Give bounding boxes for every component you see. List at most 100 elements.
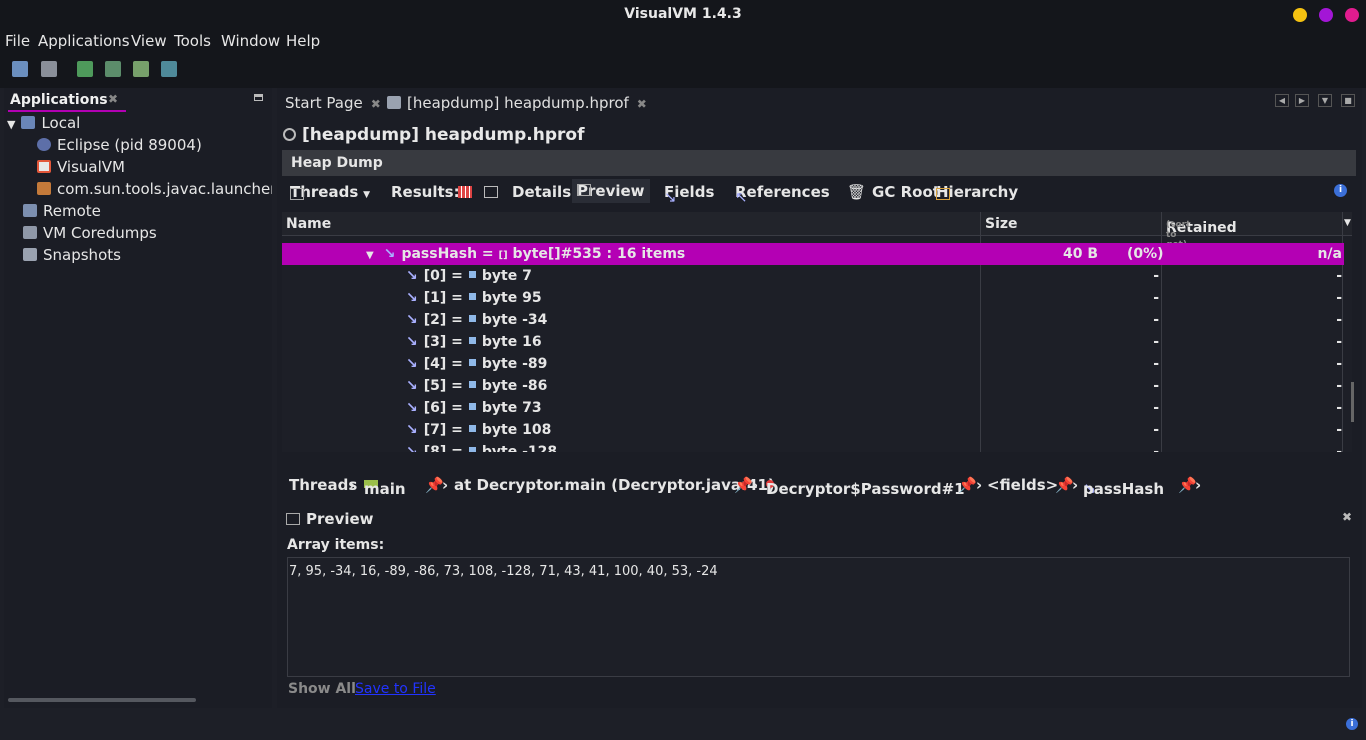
tree-item-local[interactable]: ▼ Local — [7, 114, 80, 132]
close-icon[interactable]: ✖ — [108, 92, 118, 106]
show-all-button[interactable]: Show All — [288, 681, 356, 697]
field-arrow-icon: ↘ — [406, 444, 418, 452]
reference-arrow-icon: ↖ — [735, 188, 748, 206]
menu-file[interactable]: File — [5, 32, 30, 50]
vertical-scrollbar[interactable] — [1351, 382, 1354, 422]
array-items-text[interactable]: 7, 95, -34, 16, -89, -86, 73, 108, -128,… — [287, 557, 1350, 677]
table-row[interactable]: ↘ [3] = byte 16- - — [282, 331, 1344, 353]
chevron-down-icon: ▼ — [363, 190, 370, 200]
pin-icon[interactable]: 📌 — [425, 476, 444, 494]
active-tab-indicator — [8, 110, 126, 112]
tree-item-visualvm[interactable]: VisualVM — [37, 158, 125, 176]
coredump-icon — [23, 226, 37, 239]
scroll-tabs-left-icon[interactable]: ◀ — [1275, 94, 1289, 107]
add-snapshot-icon[interactable] — [161, 61, 177, 77]
minimize-button[interactable] — [1293, 8, 1307, 22]
trash-icon: 🗑 — [847, 183, 867, 201]
close-icon[interactable]: ✖ — [1342, 510, 1352, 524]
tab-list-icon[interactable]: ▼ — [1318, 94, 1332, 107]
threads-dropdown[interactable]: Threads ▼ — [290, 183, 370, 201]
heapdump-icon — [387, 96, 401, 109]
primitive-icon — [468, 315, 476, 322]
tree-item-eclipse[interactable]: Eclipse (pid 89004) — [37, 136, 202, 154]
expand-arrow-icon[interactable]: ▼ — [7, 118, 15, 131]
tree-item-javac-launcher[interactable]: com.sun.tools.javac.launcher.M — [37, 180, 272, 198]
chevron-right-icon: › — [752, 476, 759, 494]
menu-help[interactable]: Help — [286, 32, 320, 50]
field-arrow-icon: ↘ — [406, 334, 418, 350]
hierarchy-toggle[interactable]: Hierarchy — [936, 183, 1018, 201]
field-arrow-icon: ↘ — [406, 290, 418, 306]
fields-toggle[interactable]: ↘ Fields — [664, 183, 714, 206]
table-row[interactable]: ↘ [6] = byte 73- - — [282, 397, 1344, 419]
close-icon[interactable]: ✖ — [371, 97, 381, 111]
breadcrumb-threads[interactable]: Threads — [289, 476, 357, 494]
pin-icon[interactable]: 📌 — [1178, 476, 1197, 494]
tree-item-vm-coredumps[interactable]: VM Coredumps — [23, 224, 157, 242]
table-row[interactable]: ↘ [0] = byte 7-- — [282, 265, 1344, 287]
table-row[interactable]: ↘ [4] = byte -89- - — [282, 353, 1344, 375]
table-row[interactable]: ↘ [5] = byte -86- - — [282, 375, 1344, 397]
close-icon[interactable]: ✖ — [637, 97, 647, 111]
collapse-arrow-icon[interactable]: ▼ — [366, 250, 374, 261]
field-arrow-icon: ↘ — [664, 188, 677, 206]
gc-root-toggle[interactable]: 🗑 GC Root — [847, 183, 940, 201]
table-row[interactable]: ▼ ↘ passHash = [] byte[]#535 : 16 items 40… — [282, 243, 1344, 265]
breadcrumb-fields[interactable]: <fields> — [987, 476, 1058, 494]
column-name[interactable]: Name — [286, 216, 331, 232]
pin-icon[interactable]: 📌 — [1055, 476, 1074, 494]
pin-icon[interactable]: 📌 — [734, 476, 753, 494]
horizontal-scrollbar[interactable] — [8, 698, 196, 702]
main-toolbar — [0, 52, 1366, 88]
chevron-right-icon: › — [442, 476, 449, 494]
column-options-icon[interactable]: ▼ — [1344, 218, 1351, 228]
threads-icon — [290, 188, 304, 200]
primitive-icon — [468, 271, 476, 278]
menu-view[interactable]: View — [131, 32, 167, 50]
add-remote-host-icon[interactable] — [77, 61, 93, 77]
add-jmx-connection-icon[interactable] — [105, 61, 121, 77]
preview-toggle[interactable]: Preview — [572, 179, 650, 203]
menu-tools[interactable]: Tools — [174, 32, 211, 50]
hierarchy-icon — [936, 188, 950, 200]
tab-heapdump[interactable]: [heapdump] heapdump.hprof ✖ — [387, 94, 647, 112]
tab-start-page[interactable]: Start Page ✖ — [285, 94, 381, 112]
primitive-icon — [468, 381, 476, 388]
preview-title: Preview — [286, 510, 374, 528]
field-arrow-icon: ↘ — [383, 246, 396, 262]
list-view-icon[interactable] — [484, 186, 498, 198]
pin-icon[interactable]: 📌 — [958, 476, 977, 494]
maximize-panel-icon[interactable]: ■ — [1341, 94, 1355, 107]
save-to-file-link[interactable]: Save to File — [355, 681, 436, 697]
tree-item-snapshots[interactable]: Snapshots — [23, 246, 121, 264]
menu-window[interactable]: Window — [221, 32, 280, 50]
array-icon: [] — [498, 250, 508, 261]
load-snapshot-icon[interactable] — [41, 61, 57, 77]
breadcrumb-frame[interactable]: at Decryptor.main (Decryptor.java:41) — [454, 476, 775, 494]
menu-applications[interactable]: Applications — [38, 32, 130, 50]
table-row[interactable]: ↘ [7] = byte 108- - — [282, 419, 1344, 441]
title-bar: VisualVM 1.4.3 — [0, 0, 1366, 30]
array-items-label: Array items: — [287, 537, 385, 553]
references-toggle[interactable]: ↖ References — [735, 183, 830, 206]
field-arrow-icon: ↘ — [406, 400, 418, 416]
maximize-button[interactable] — [1319, 8, 1333, 22]
info-icon[interactable]: i — [1334, 184, 1347, 197]
table-row[interactable]: ↘ [2] = byte -34- - — [282, 309, 1344, 331]
primitive-icon — [468, 359, 476, 366]
minimize-panel-icon[interactable] — [254, 94, 263, 101]
table-view-icon[interactable] — [458, 186, 472, 198]
info-icon[interactable]: i — [1346, 718, 1358, 730]
table-row[interactable]: ↘ [8] = byte -128- - — [282, 441, 1344, 452]
primitive-icon — [468, 403, 476, 410]
add-coredump-icon[interactable] — [133, 61, 149, 77]
table-row[interactable]: ↘ [1] = byte 95- - — [282, 287, 1344, 309]
heapdump-doc-icon — [283, 128, 296, 141]
open-file-icon[interactable] — [12, 61, 28, 77]
scroll-tabs-right-icon[interactable]: ▶ — [1295, 94, 1309, 107]
close-button[interactable] — [1345, 8, 1359, 22]
tree-item-remote[interactable]: Remote — [23, 202, 101, 220]
primitive-icon — [468, 293, 476, 300]
applications-tab[interactable]: Applications — [10, 92, 108, 108]
column-size[interactable]: Size — [985, 216, 1018, 232]
